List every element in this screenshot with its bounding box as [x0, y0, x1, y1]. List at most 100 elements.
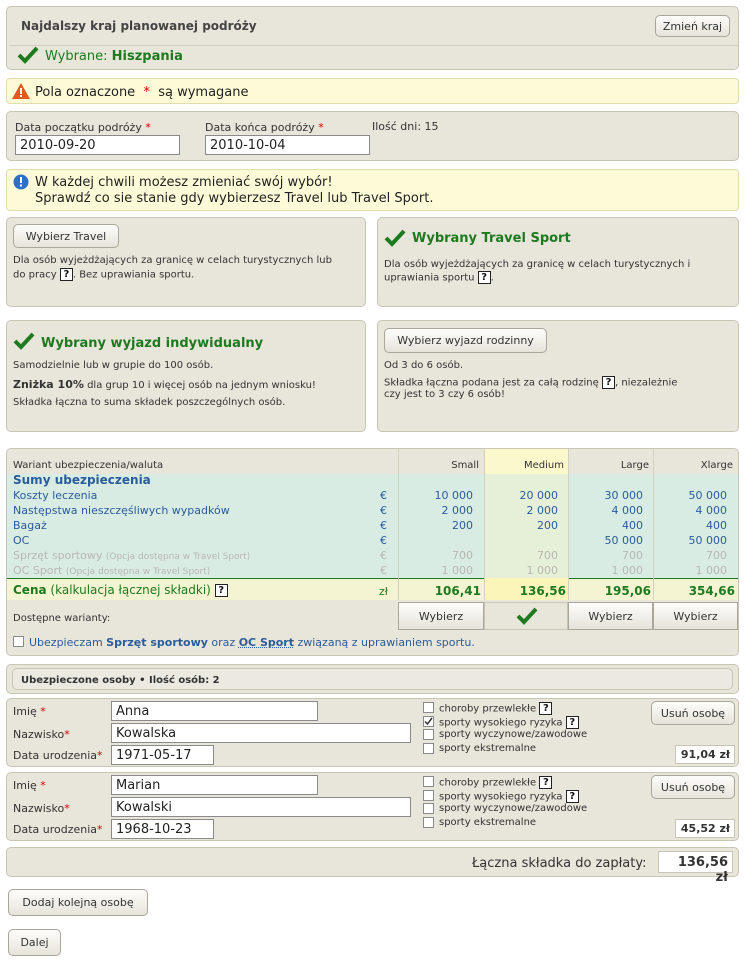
info-icon [13, 174, 29, 190]
variants-header-label: Wariant ubezpieczenia/waluta [13, 460, 164, 471]
product-travel-panel: Wybierz Travel Dla osób wyjeżdżających z… [6, 217, 366, 307]
person-option-checkbox[interactable] [423, 715, 434, 727]
variant-cell: 1 000 [526, 564, 559, 577]
variant-cell: 50 000 [604, 534, 644, 547]
choose-small-button[interactable]: Wybierz [398, 602, 484, 630]
person-option-checkbox[interactable] [423, 789, 434, 801]
start-date-input[interactable] [15, 135, 180, 155]
price-xlarge: 354,66 [688, 584, 735, 598]
person-option-label: sporty wyczynowe/zawodowe [439, 729, 588, 740]
variant-cell: 700 [706, 549, 727, 562]
product-sport-panel: Wybrany Travel Sport Dla osób wyjeżdżają… [377, 217, 739, 307]
end-date-input[interactable] [205, 135, 370, 155]
person-option-checkbox[interactable] [423, 776, 434, 787]
dates-panel: Data początku podróży * Data końca podró… [6, 111, 739, 161]
checkmark-icon [17, 46, 39, 64]
travel-desc-line-2a: do pracy [13, 269, 57, 281]
help-icon[interactable]: ? [565, 789, 579, 803]
help-icon[interactable]: ? [601, 376, 615, 389]
first-name-input[interactable] [111, 701, 318, 721]
required-star: * [143, 85, 150, 100]
variant-cell: 400 [622, 519, 643, 532]
last-name-input[interactable] [111, 797, 411, 817]
variant-row-currency: € [380, 564, 387, 577]
help-icon[interactable]: ? [539, 776, 553, 789]
variant-cell: 1 000 [611, 564, 644, 577]
required-notice: Pola oznaczone * są wymagane [6, 78, 739, 104]
variant-cell: 1 000 [441, 564, 474, 577]
price-medium: 136,56 [519, 584, 566, 598]
remove-person-button[interactable]: Usuń osobę [651, 775, 735, 799]
variant-cell: 700 [622, 549, 643, 562]
warning-icon [12, 83, 30, 99]
add-person-button[interactable]: Dodaj kolejną osobę [8, 889, 148, 916]
person-option-checkbox[interactable] [423, 816, 434, 828]
help-icon[interactable]: ? [477, 271, 491, 284]
info-notice: W każdej chwili możesz zmieniać swój wyb… [6, 169, 739, 211]
variant-cell: 50 000 [688, 534, 728, 547]
person-option-label: choroby przewlekłe ? [439, 702, 553, 715]
persons-header-panel: Ubezpieczone osoby • Ilość osób: 2 [6, 664, 739, 694]
choose-xlarge-button[interactable]: Wybierz [653, 602, 738, 630]
variant-row-currency: € [380, 489, 387, 502]
next-button[interactable]: Dalej [8, 929, 61, 956]
price-small: 106,41 [434, 584, 481, 598]
individual-discount: Zniżka 10% [13, 378, 84, 391]
person-option-checkbox[interactable] [423, 803, 434, 814]
first-name-input[interactable] [111, 775, 318, 795]
person-panel: Imię * Nazwisko* Data urodzenia* choroby pr… [6, 772, 739, 841]
variant-cell: 1 000 [695, 564, 728, 577]
trip-family-panel: Wybierz wyjazd rodzinny Od 3 do 6 osób. … [377, 320, 739, 432]
family-line-2a: Składka łączna podana jest za całą rodzi… [384, 377, 599, 389]
variant-row-currency: € [380, 519, 387, 532]
person-option-checkbox[interactable] [423, 729, 434, 740]
column-header-xlarge: Xlarge [700, 460, 733, 471]
person-option-label: sporty ekstremalne [439, 816, 537, 828]
person-option-checkbox[interactable] [423, 702, 434, 713]
help-icon[interactable]: ? [565, 715, 579, 729]
choose-family-button[interactable]: Wybierz wyjazd rodzinny [384, 328, 547, 353]
column-header-large: Large [620, 460, 649, 471]
birth-date-input[interactable] [111, 819, 214, 839]
variants-panel: Wariant ubezpieczenia/waluta Small Mediu… [6, 448, 739, 656]
birth-date-label: Data urodzenia* [13, 749, 103, 762]
country-title: Najdalszy kraj planowanej podróży [21, 19, 257, 33]
variant-cell: 30 000 [604, 489, 644, 502]
variant-row-label: Następstwa nieszczęśliwych wypadków [13, 504, 230, 517]
variant-row-currency: € [380, 549, 387, 562]
variant-cell: 50 000 [688, 489, 728, 502]
total-value: 136,56 zł [658, 851, 733, 885]
variant-cell: 10 000 [434, 489, 474, 502]
sport-option-checkbox[interactable] [13, 636, 24, 647]
variant-cell: 400 [706, 519, 727, 532]
end-date-label: Data końca podróży * [205, 121, 324, 134]
sport-option-label: Ubezpieczam Sprzęt sportowy oraz OC Spor… [29, 636, 475, 649]
individual-line-1: Samodzielnie lub w grupie do 100 osób. [13, 360, 214, 371]
required-text-before: Pola oznaczone [35, 85, 136, 100]
days-count: Ilość dni: 15 [372, 120, 439, 133]
sport-title: Wybrany Travel Sport [412, 231, 571, 246]
choose-large-button[interactable]: Wybierz [568, 602, 653, 630]
remove-person-button[interactable]: Usuń osobę [651, 701, 735, 725]
help-icon[interactable]: ? [539, 702, 553, 715]
first-name-label: Imię * [13, 705, 46, 718]
check-icon [424, 717, 433, 725]
price-currency: zł [379, 585, 388, 598]
variant-cell: 200 [452, 519, 473, 532]
last-name-input[interactable] [111, 723, 411, 743]
change-country-button[interactable]: Zmień kraj [655, 15, 730, 37]
person-option-checkbox[interactable] [423, 742, 434, 754]
sums-title: Sumy ubezpieczenia [13, 473, 151, 487]
person-premium: 45,52 zł [675, 819, 735, 838]
family-line-3: czy jest to 3 czy 6 osób! [384, 389, 506, 400]
variant-cell: 700 [537, 549, 558, 562]
checkmark-icon [384, 229, 406, 247]
birth-date-label: Data urodzenia* [13, 823, 103, 836]
person-option-label: choroby przewlekłe ? [439, 776, 553, 789]
variant-row-label: Bagaż [13, 519, 47, 532]
help-icon[interactable]: ? [214, 584, 228, 597]
selected-country: Wybrane: Hiszpania [45, 49, 183, 64]
birth-date-input[interactable] [111, 745, 214, 765]
choose-travel-button[interactable]: Wybierz Travel [13, 224, 119, 248]
help-icon[interactable]: ? [59, 268, 73, 281]
